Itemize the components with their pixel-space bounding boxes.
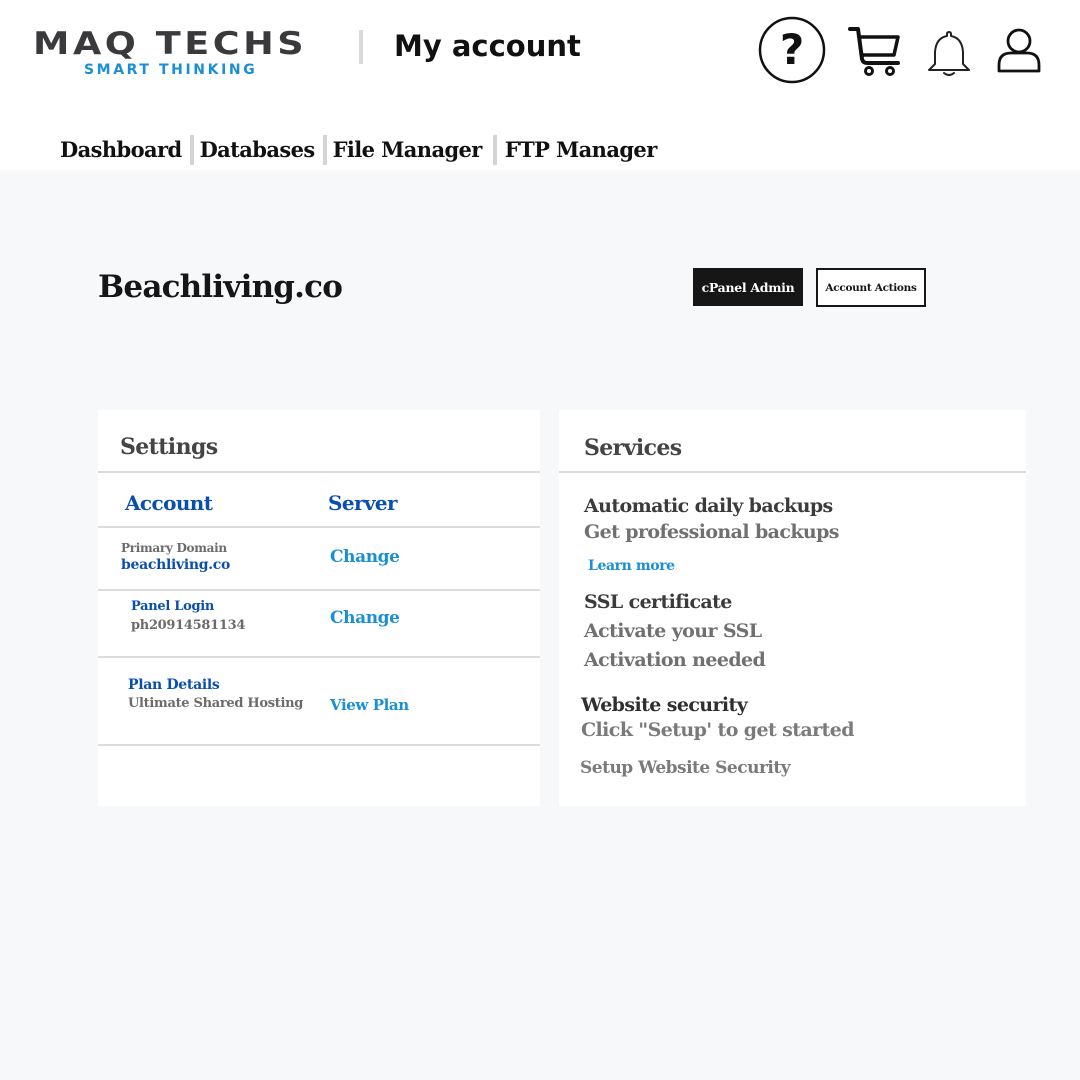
settings-card: Settings Account Server Primary Domain b… <box>98 410 540 806</box>
column-header-server: Server <box>328 491 398 515</box>
divider <box>98 744 540 746</box>
nav-separator <box>322 135 327 165</box>
panel-login-value: ph20914581134 <box>131 618 246 633</box>
panel-login-label: Panel Login <box>131 599 215 614</box>
backups-heading: Automatic daily backups <box>584 495 833 517</box>
divider <box>98 471 540 473</box>
svg-text:?: ? <box>780 25 804 74</box>
divider <box>98 526 540 528</box>
primary-domain-label: Primary Domain <box>121 541 227 555</box>
user-profile-icon[interactable] <box>996 27 1042 73</box>
settings-title: Settings <box>120 434 218 460</box>
security-heading: Website security <box>581 694 748 716</box>
learn-more-link[interactable]: Learn more <box>588 556 675 576</box>
change-panel-login-link[interactable]: Change <box>330 606 400 630</box>
nav-item-dashboard[interactable]: Dashboard <box>60 135 182 165</box>
divider <box>98 589 540 591</box>
logo-tagline: SMART THINKING <box>84 62 258 78</box>
logo-name: MAQ TECHS <box>33 26 308 62</box>
change-primary-domain-link[interactable]: Change <box>330 545 400 569</box>
title-divider <box>359 30 363 64</box>
view-plan-link[interactable]: View Plan <box>330 695 409 715</box>
ssl-status: Activation needed <box>584 649 766 671</box>
setup-website-security-link[interactable]: Setup Website Security <box>580 756 791 780</box>
column-header-account: Account <box>125 491 213 515</box>
main-nav: Dashboard Databases File Manager FTP Man… <box>60 133 657 167</box>
ssl-heading: SSL certificate <box>584 591 732 613</box>
top-bar: MAQ TECHS SMART THINKING My account ? Da… <box>0 0 1080 170</box>
help-icon[interactable]: ? <box>758 16 826 84</box>
plan-details-label: Plan Details <box>128 677 220 693</box>
divider <box>98 656 540 658</box>
cart-icon[interactable] <box>848 25 902 77</box>
notifications-bell-icon[interactable] <box>926 28 972 78</box>
security-subtitle: Click "Setup' to get started <box>581 719 855 741</box>
nav-item-file-manager[interactable]: File Manager <box>333 135 483 165</box>
divider <box>559 471 1026 473</box>
maq-techs-logo[interactable]: MAQ TECHS SMART THINKING <box>33 28 329 80</box>
nav-item-ftp-manager[interactable]: FTP Manager <box>505 135 657 165</box>
services-title: Services <box>584 435 682 461</box>
account-domain-title: Beachliving.co <box>98 269 343 305</box>
backups-subtitle: Get professional backups <box>584 521 840 543</box>
page-title: My account <box>394 29 581 63</box>
primary-domain-value: beachliving.co <box>121 557 231 573</box>
nav-item-databases[interactable]: Databases <box>200 135 316 165</box>
nav-separator <box>189 135 194 165</box>
account-actions-button[interactable]: Account Actions <box>816 268 926 307</box>
ssl-subtitle: Activate your SSL <box>584 620 762 642</box>
plan-name-value: Ultimate Shared Hosting <box>128 696 304 711</box>
services-card: Services Automatic daily backups Get pro… <box>559 410 1026 806</box>
cpanel-admin-button[interactable]: cPanel Admin <box>693 268 803 306</box>
nav-separator <box>492 135 497 165</box>
